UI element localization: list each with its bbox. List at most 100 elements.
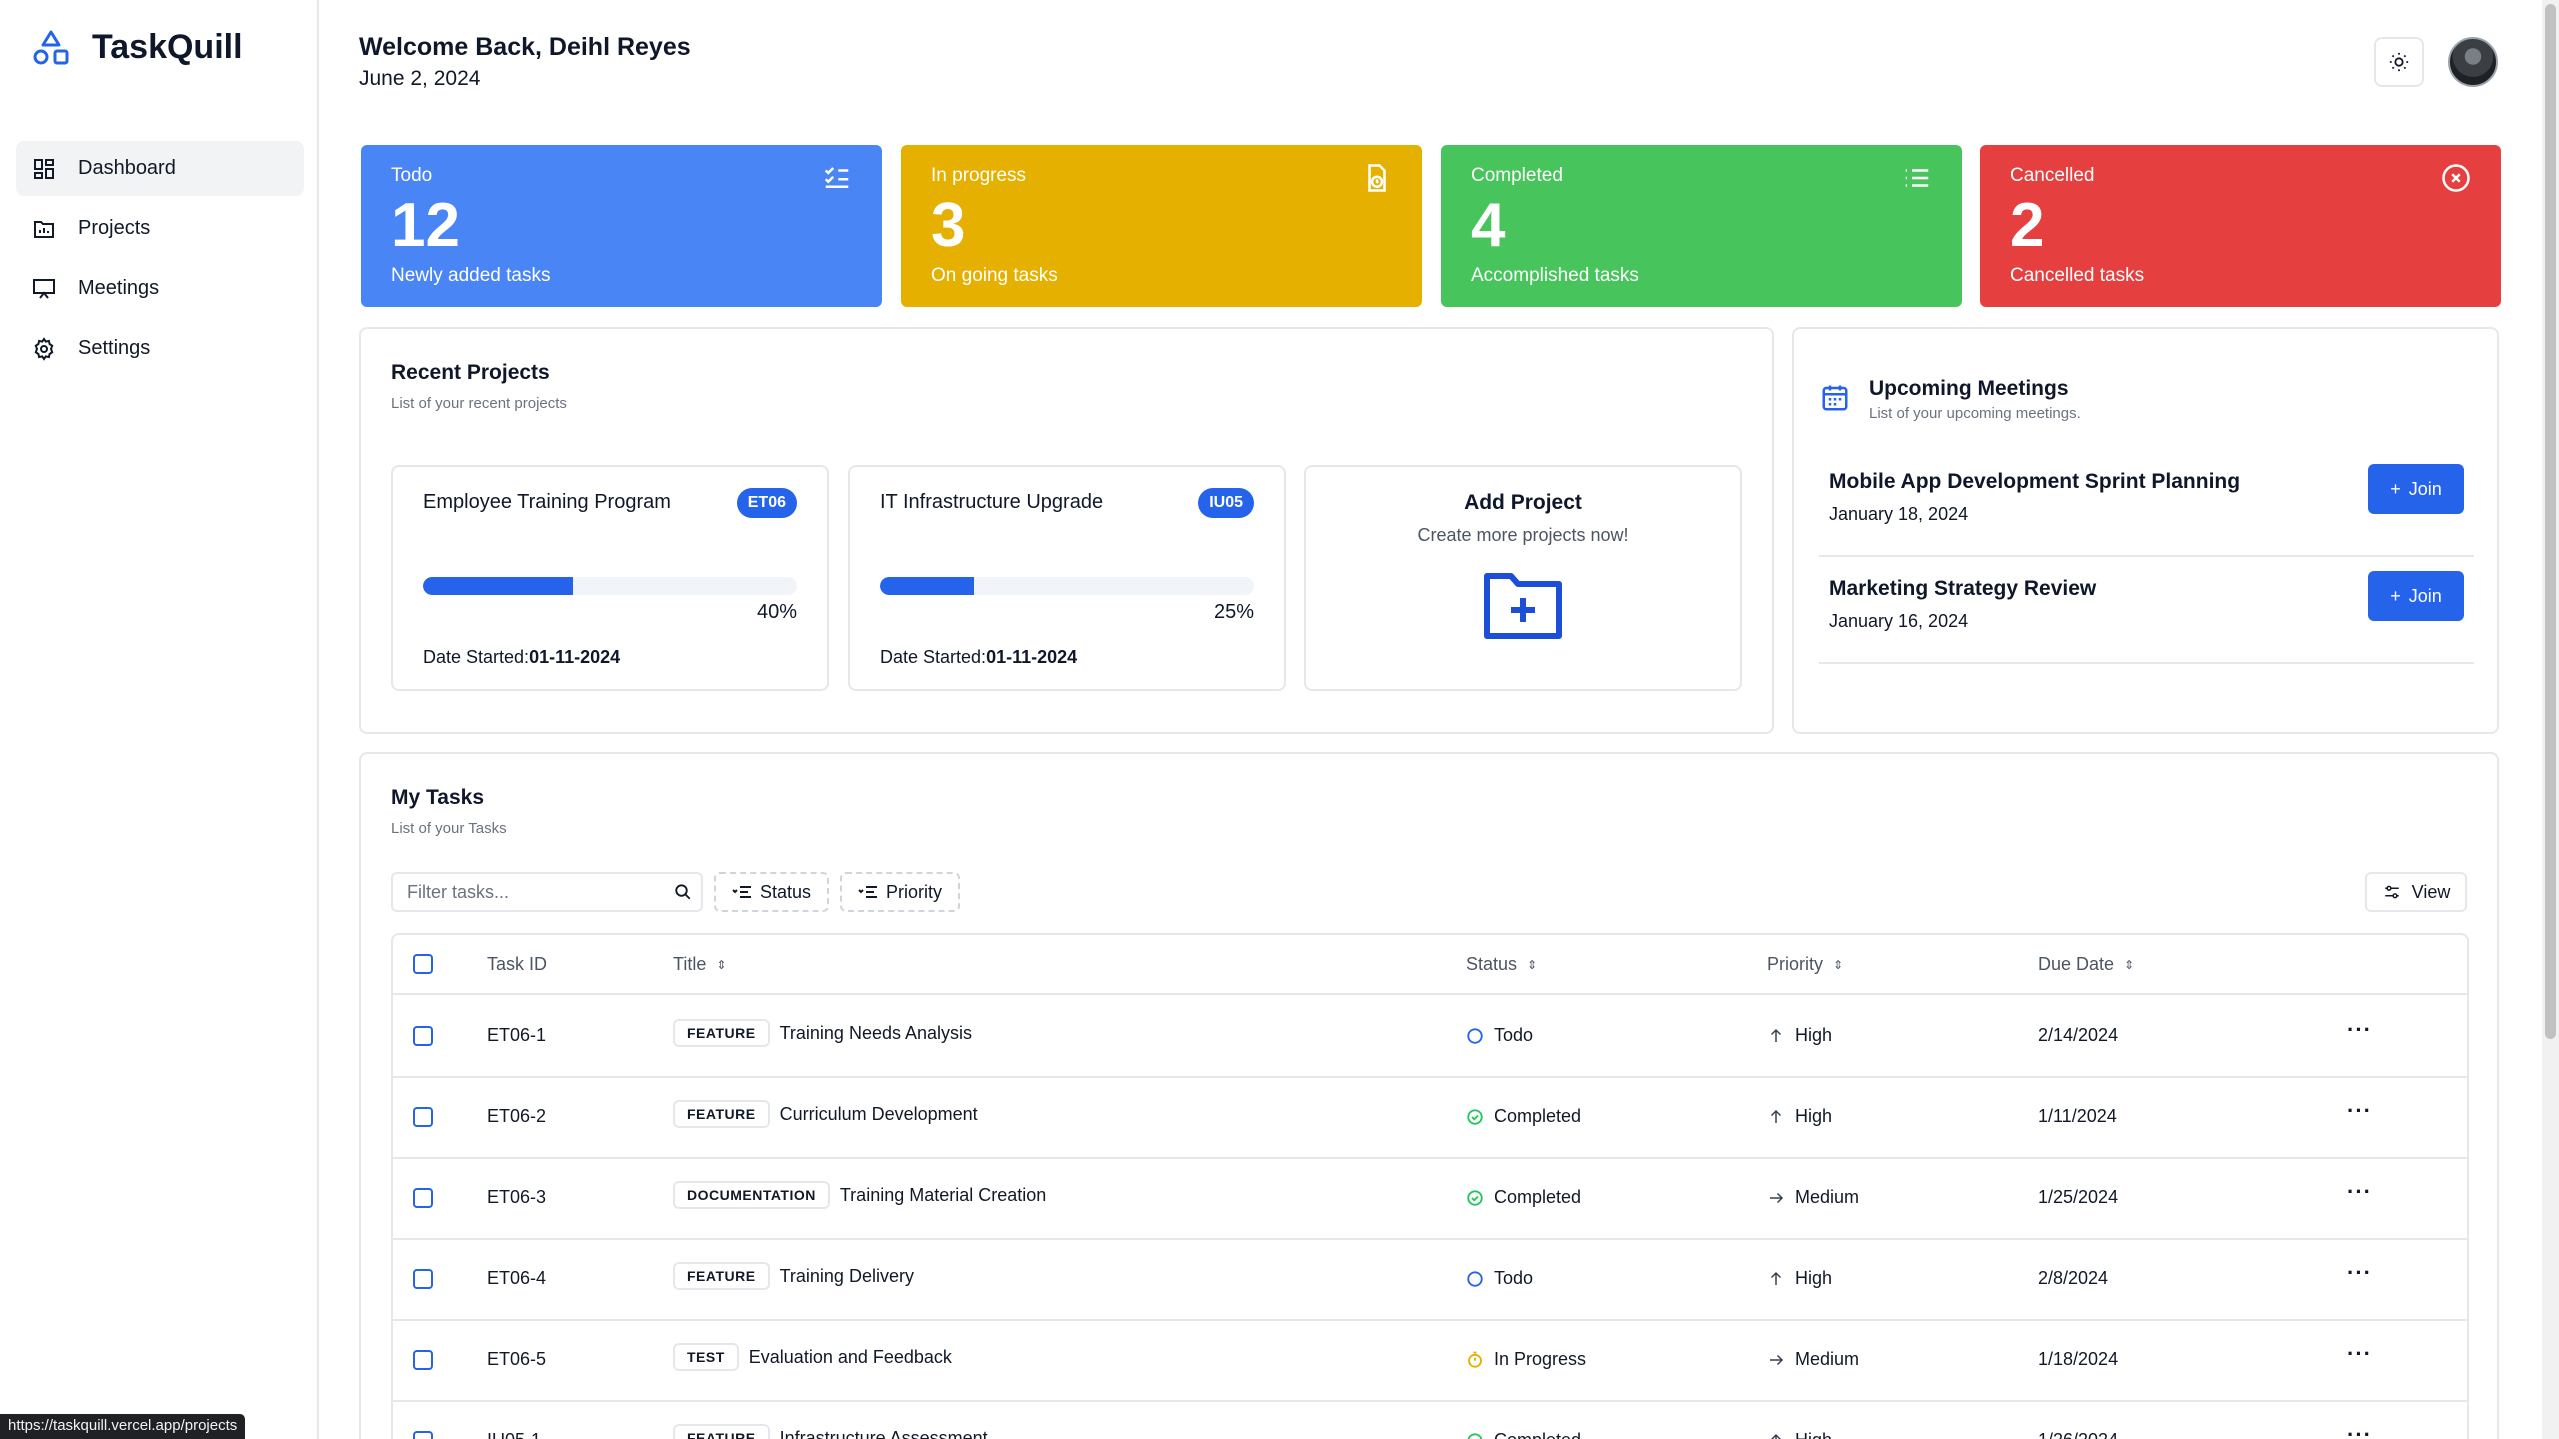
calendar-icon — [1822, 385, 1848, 411]
stat-label: Cancelled — [2010, 165, 2095, 186]
table-row[interactable]: ET06-5 TEST Evaluation and Feedback In Prog… — [393, 1321, 2467, 1402]
join-button[interactable]: + Join — [2368, 464, 2464, 514]
task-priority: High — [1767, 1106, 1832, 1127]
panel-title: Recent Projects — [391, 361, 550, 384]
progress-bar — [423, 577, 797, 595]
folder-chart-icon — [34, 220, 54, 238]
task-status: In Progress — [1466, 1349, 1586, 1370]
column-header-due-date[interactable]: Due Date ⇕ — [2038, 954, 2134, 975]
stat-value: 3 — [931, 191, 966, 260]
meeting-date: January 16, 2024 — [1829, 611, 1969, 631]
view-options-button[interactable]: View — [2365, 872, 2467, 912]
arrow-up-icon — [1767, 1270, 1785, 1288]
sidebar-item-settings[interactable]: Settings — [16, 321, 304, 376]
add-project-card[interactable]: Add Project Create more projects now! — [1304, 465, 1742, 691]
more-actions-icon[interactable]: ··· — [2347, 1179, 2372, 1205]
progress-fill — [880, 577, 974, 595]
row-checkbox[interactable] — [413, 1188, 433, 1208]
status-filter-button[interactable]: Status — [714, 872, 830, 912]
task-label-tag: TEST — [673, 1343, 739, 1371]
table-header: Task ID Title ⇕ Status ⇕ Priority ⇕ Due Dat… — [393, 935, 2467, 995]
sidebar-item-meetings[interactable]: Meetings — [16, 261, 304, 316]
task-due-date: 1/25/2024 — [2038, 1187, 2119, 1207]
task-title: Training Delivery — [779, 1265, 914, 1286]
row-checkbox[interactable] — [413, 1431, 433, 1439]
sort-icon: ⇕ — [1527, 957, 1538, 972]
folder-plus-icon — [1484, 573, 1562, 639]
task-id: ET06-2 — [487, 1106, 547, 1126]
task-id: ET06-3 — [487, 1187, 547, 1207]
sidebar-nav: Dashboard Projects Meetings Settings — [16, 141, 304, 381]
task-priority: High — [1767, 1268, 1832, 1289]
filter-tasks-input[interactable] — [391, 872, 703, 912]
stat-card-completed: Completed 4 Accomplished tasks — [1441, 145, 1962, 307]
meeting-title: Marketing Strategy Review — [1829, 577, 2097, 600]
task-status: Completed — [1466, 1106, 1581, 1127]
project-code-badge: ET06 — [736, 488, 797, 518]
row-checkbox[interactable] — [413, 1107, 433, 1127]
table-row[interactable]: ET06-1 FEATURE Training Needs Analysis Todo… — [393, 997, 2467, 1078]
brand[interactable]: TaskQuill — [32, 28, 243, 67]
stat-label: In progress — [931, 165, 1027, 186]
sidebar-item-dashboard[interactable]: Dashboard — [16, 141, 304, 196]
sidebar-item-label: Dashboard — [78, 157, 176, 179]
more-actions-icon[interactable]: ··· — [2347, 1017, 2372, 1043]
more-actions-icon[interactable]: ··· — [2347, 1341, 2372, 1367]
theme-toggle-button[interactable] — [2374, 37, 2424, 87]
arrow-right-icon — [1767, 1351, 1785, 1369]
sort-icon: ⇕ — [2124, 957, 2135, 972]
check-circle-icon — [1466, 1108, 1484, 1126]
table-row[interactable]: ET06-3 DOCUMENTATION Training Material Cre… — [393, 1159, 2467, 1240]
scrollbar-thumb[interactable] — [2545, 4, 2556, 1039]
table-row[interactable]: ET06-2 FEATURE Curriculum Development Compl… — [393, 1078, 2467, 1159]
project-card[interactable]: Employee Training Program ET06 40% Date … — [391, 465, 829, 691]
task-title: Training Material Creation — [839, 1184, 1047, 1205]
progress-percent: 40% — [756, 601, 797, 623]
brand-name: TaskQuill — [92, 28, 243, 66]
progress-bar — [880, 577, 1254, 595]
join-button[interactable]: + Join — [2368, 571, 2464, 621]
column-header-priority[interactable]: Priority ⇕ — [1767, 954, 1843, 975]
task-due-date: 1/26/2024 — [2038, 1430, 2118, 1439]
priority-filter-button[interactable]: Priority — [840, 872, 961, 912]
task-title-cell: DOCUMENTATION Training Material Creation — [673, 1181, 1046, 1209]
more-actions-icon[interactable]: ··· — [2347, 1260, 2372, 1286]
join-label: Join — [2408, 478, 2442, 499]
table-row[interactable]: ET06-4 FEATURE Training Delivery Todo High 2/… — [393, 1240, 2467, 1321]
sidebar-item-projects[interactable]: Projects — [16, 201, 304, 256]
row-checkbox[interactable] — [413, 1269, 433, 1289]
column-label: Due Date — [2038, 954, 2115, 974]
stat-card-in-progress: In progress 3 On going tasks — [901, 145, 1422, 307]
avatar[interactable] — [2448, 37, 2498, 87]
row-checkbox[interactable] — [413, 1350, 433, 1370]
more-actions-icon[interactable]: ··· — [2347, 1422, 2372, 1439]
sidebar-item-label: Meetings — [78, 277, 160, 299]
meeting-item: Marketing Strategy Review January 16, 20… — [1819, 557, 2474, 664]
stat-value: 4 — [1471, 191, 1506, 260]
join-label: Join — [2408, 585, 2442, 606]
task-priority: Medium — [1767, 1187, 1859, 1208]
meeting-item: Mobile App Development Sprint Planning J… — [1819, 450, 2474, 557]
row-checkbox[interactable] — [413, 1026, 433, 1046]
arrow-up-icon — [1767, 1027, 1785, 1045]
meeting-title: Mobile App Development Sprint Planning — [1829, 470, 2241, 493]
project-card[interactable]: IT Infrastructure Upgrade IU05 25% Date … — [848, 465, 1286, 691]
column-header-title[interactable]: Title ⇕ — [673, 954, 726, 975]
search-icon — [675, 884, 691, 900]
sliders-icon — [2384, 885, 2399, 899]
meeting-date: January 18, 2024 — [1829, 504, 1969, 524]
status-label: Todo — [1494, 1025, 1534, 1045]
column-label: Title — [673, 954, 707, 974]
current-date: June 2, 2024 — [359, 67, 481, 90]
task-title: Curriculum Development — [779, 1103, 978, 1124]
add-project-title: Add Project — [1464, 491, 1582, 514]
column-header-status[interactable]: Status ⇕ — [1466, 954, 1537, 975]
table-row[interactable]: IU05-1 FEATURE Infrastructure Assessment Co… — [393, 1402, 2467, 1439]
plus-icon: + — [2390, 585, 2401, 606]
browser-status-url: https://taskquill.vercel.app/projects — [0, 1414, 246, 1439]
select-all-checkbox[interactable] — [413, 954, 433, 974]
more-actions-icon[interactable]: ··· — [2347, 1098, 2372, 1124]
panel-title: Upcoming Meetings — [1869, 377, 2069, 400]
sidebar-item-label: Settings — [78, 337, 151, 359]
task-due-date: 1/18/2024 — [2038, 1349, 2119, 1369]
